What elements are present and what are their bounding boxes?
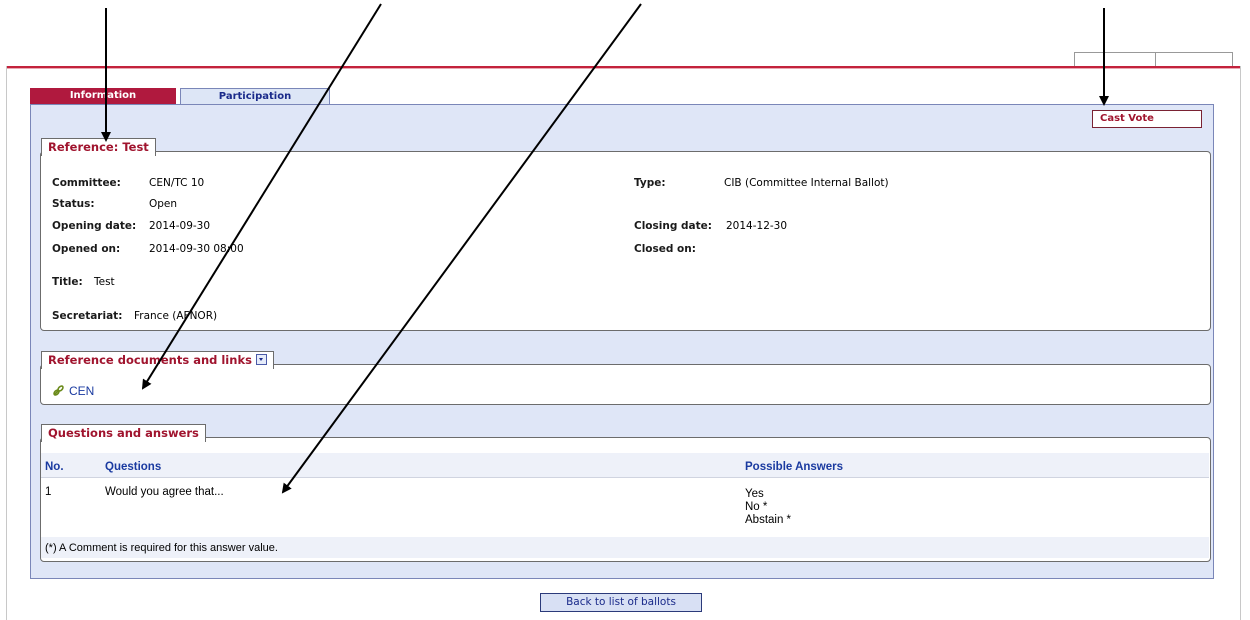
closing-date-value: 2014-12-30 (726, 220, 788, 232)
answer-abstain: Abstain * (745, 514, 792, 526)
qa-table-header (41, 453, 1209, 478)
type-value: CIB (Committee Internal Ballot) (724, 177, 889, 189)
opening-date-label: Opening date: (52, 220, 137, 232)
status-value: Open (149, 198, 178, 210)
closed-on-label: Closed on: (634, 243, 696, 255)
tab-information[interactable]: Information (30, 88, 176, 104)
row-number: 1 (45, 486, 52, 498)
closing-date-label: Closing date: (634, 220, 712, 232)
opening-date-value: 2014-09-30 (149, 220, 211, 232)
col-answers-header: Possible Answers (745, 461, 844, 473)
page-left-border (6, 66, 7, 620)
documents-legend-text: Reference documents and links (48, 353, 252, 367)
row-question: Would you agree that... (105, 486, 224, 498)
answer-yes: Yes (745, 488, 764, 500)
reference-legend: Reference: Test (41, 138, 156, 156)
qa-legend: Questions and answers (41, 424, 206, 442)
opened-on-label: Opened on: (52, 243, 121, 255)
back-to-list-button[interactable]: Back to list of ballots (540, 593, 702, 612)
committee-label: Committee: (52, 177, 121, 189)
secretariat-value: France (AFNOR) (134, 310, 218, 322)
link-icon (52, 383, 66, 397)
committee-value: CEN/TC 10 (149, 177, 205, 189)
cast-vote-button[interactable]: Cast Vote (1092, 110, 1202, 128)
documents-legend: Reference documents and links (41, 351, 274, 369)
expand-toggle-icon[interactable] (255, 354, 267, 365)
secretariat-label: Secretariat: (52, 310, 123, 322)
page-right-border (1240, 66, 1241, 620)
tab-participation[interactable]: Participation (180, 88, 330, 104)
col-no-header: No. (45, 461, 64, 473)
cen-link[interactable]: CEN (69, 384, 94, 398)
type-label: Type: (634, 177, 666, 189)
opened-on-value: 2014-09-30 08:00 (149, 243, 244, 255)
answer-no: No * (745, 501, 768, 513)
reference-section (40, 151, 1211, 331)
col-questions-header: Questions (105, 461, 162, 473)
documents-section (40, 364, 1211, 405)
title-label: Title: (52, 276, 83, 288)
qa-footnote: (*) A Comment is required for this answe… (45, 542, 278, 554)
status-label: Status: (52, 198, 95, 210)
top-divider-shadow (6, 68, 1240, 69)
title-value: Test (94, 276, 115, 288)
